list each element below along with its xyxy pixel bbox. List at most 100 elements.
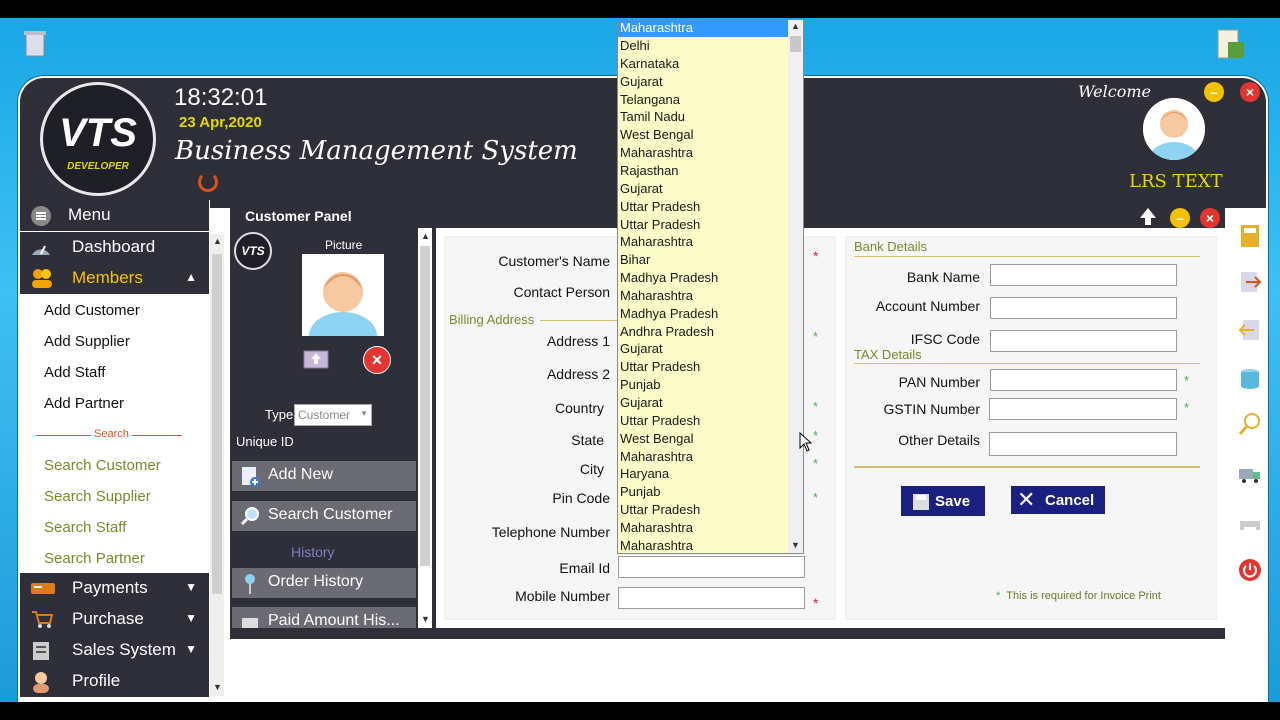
search-divider: Search	[36, 428, 182, 442]
calculator-icon[interactable]	[1238, 224, 1262, 248]
state-option[interactable]: Uttar Pradesh	[620, 217, 700, 232]
scroll-up-icon[interactable]: ▲	[421, 231, 430, 241]
state-option[interactable]: Uttar Pradesh	[620, 359, 700, 374]
sidebar-item-add-customer[interactable]: Add Customer	[44, 302, 140, 319]
search-customer-button[interactable]: Search Customer	[232, 501, 416, 531]
pan-field[interactable]	[990, 369, 1177, 391]
sidebar-item-members[interactable]: Members ▲	[20, 263, 209, 294]
scroll-up-icon[interactable]: ▲	[791, 21, 800, 31]
state-dropdown-scrollbar[interactable]: ▲ ▼	[788, 20, 803, 553]
state-option[interactable]: West Bengal	[620, 431, 693, 446]
delivery-truck-icon[interactable]	[1238, 462, 1262, 486]
users-icon	[30, 268, 52, 288]
sidebar-item-sales[interactable]: Sales System ▼	[20, 635, 209, 666]
sidebar-item-search-supplier[interactable]: Search Supplier	[44, 488, 151, 505]
save-button[interactable]: Save	[901, 486, 985, 516]
state-option[interactable]: Madhya Pradesh	[620, 270, 718, 285]
state-option[interactable]: Madhya Pradesh	[620, 306, 718, 321]
recycle-bin-icon[interactable]	[18, 26, 52, 60]
state-option[interactable]: Maharashtra	[620, 234, 693, 249]
account-number-field[interactable]	[990, 297, 1177, 319]
address2-label: Address 2	[546, 366, 610, 382]
mobile-field[interactable]	[618, 587, 805, 609]
remove-picture-button[interactable]: ×	[363, 346, 391, 374]
state-option[interactable]: Telangana	[620, 92, 680, 107]
user-avatar[interactable]	[1143, 98, 1205, 160]
state-option[interactable]: Maharashtra	[620, 538, 693, 553]
sidebar-scrollbar[interactable]: ▲ ▼	[210, 234, 224, 696]
sidebar-item-dashboard[interactable]: Dashboard	[20, 232, 209, 263]
scroll-down-icon[interactable]: ▼	[213, 682, 222, 692]
cancel-button[interactable]: ✕ Cancel	[1011, 486, 1105, 514]
scroll-up-icon[interactable]: ▲	[213, 236, 222, 246]
state-option[interactable]: Maharashtra	[620, 145, 693, 160]
dropdown-scroll-thumb[interactable]	[790, 36, 801, 52]
database-icon[interactable]	[1238, 367, 1262, 391]
state-option[interactable]: Punjab	[620, 377, 660, 392]
app-minimize-button[interactable]: –	[1204, 82, 1224, 102]
upload-picture-icon[interactable]	[303, 347, 329, 369]
state-option[interactable]: Rajasthan	[620, 163, 679, 178]
state-option-selected[interactable]: Maharashtra	[620, 20, 693, 35]
state-option[interactable]: Andhra Pradesh	[620, 324, 714, 339]
back-arrow-icon[interactable]	[1138, 206, 1158, 226]
app-close-button[interactable]: ×	[1240, 82, 1260, 102]
sidebar-item-purchase[interactable]: Purchase ▼	[20, 604, 209, 635]
picture-label: Picture	[325, 238, 363, 252]
state-option[interactable]: Maharashtra	[620, 288, 693, 303]
email-field[interactable]	[618, 556, 805, 578]
state-option[interactable]: Gujarat	[620, 74, 663, 89]
state-option[interactable]: Uttar Pradesh	[620, 413, 700, 428]
scroll-down-icon[interactable]: ▼	[421, 614, 430, 624]
state-option[interactable]: Gujarat	[620, 181, 663, 196]
hamburger-icon	[30, 205, 52, 226]
state-option[interactable]: West Bengal	[620, 127, 693, 142]
welcome-text: Welcome	[1078, 82, 1151, 101]
type-select[interactable]: Customer ▼	[294, 404, 372, 426]
panel-minimize-button[interactable]: –	[1170, 208, 1190, 228]
sidebar-item-search-customer[interactable]: Search Customer	[44, 457, 161, 474]
sidebar-scroll-thumb[interactable]	[212, 254, 222, 594]
required-mark: *	[813, 490, 819, 505]
city-label: City	[579, 461, 604, 477]
sidebar-item-payments[interactable]: Payments ▼	[20, 573, 209, 604]
bank-name-field[interactable]	[990, 264, 1177, 286]
sidebar-item-add-supplier[interactable]: Add Supplier	[44, 333, 130, 350]
search-icon[interactable]	[1238, 412, 1262, 436]
state-option[interactable]: Maharashtra	[620, 449, 693, 464]
file-icon[interactable]	[1214, 28, 1248, 62]
state-option[interactable]: Gujarat	[620, 341, 663, 356]
panel-left-scrollbar[interactable]: ▲ ▼	[418, 228, 432, 628]
panel-close-button[interactable]: ×	[1200, 208, 1220, 228]
import-icon[interactable]	[1238, 318, 1262, 342]
paid-amount-history-button[interactable]: Paid Amount His...	[232, 607, 416, 628]
state-option[interactable]: Maharashtra	[620, 520, 693, 535]
state-option[interactable]: Tamil Nadu	[620, 109, 685, 124]
panel-scroll-thumb[interactable]	[420, 246, 430, 566]
sidebar-item-profile[interactable]: Profile	[20, 666, 209, 697]
export-icon[interactable]	[1238, 270, 1262, 294]
required-mark: *	[813, 595, 819, 611]
scroll-down-icon[interactable]: ▼	[791, 540, 800, 550]
order-history-button[interactable]: Order History	[232, 568, 416, 598]
other-details-field[interactable]	[989, 432, 1177, 456]
state-option[interactable]: Uttar Pradesh	[620, 199, 700, 214]
sidebar-item-search-partner[interactable]: Search Partner	[44, 550, 145, 567]
sidebar-item-search-staff[interactable]: Search Staff	[44, 519, 126, 536]
state-option[interactable]: Karnataka	[620, 56, 679, 71]
state-option[interactable]: Punjab	[620, 484, 660, 499]
ifsc-field[interactable]	[990, 330, 1177, 352]
state-option[interactable]: Gujarat	[620, 395, 663, 410]
sidebar-menu-toggle[interactable]: Menu	[20, 200, 209, 231]
printer-icon[interactable]	[1238, 512, 1262, 536]
power-icon[interactable]	[1238, 558, 1262, 582]
state-option[interactable]: Haryana	[620, 466, 669, 481]
sidebar-item-add-partner[interactable]: Add Partner	[44, 395, 124, 412]
state-option[interactable]: Delhi	[620, 38, 650, 53]
customer-picture[interactable]	[302, 254, 384, 360]
add-new-button[interactable]: Add New	[232, 461, 416, 491]
state-option[interactable]: Uttar Pradesh	[620, 502, 700, 517]
sidebar-item-add-staff[interactable]: Add Staff	[44, 364, 105, 381]
state-option[interactable]: Bihar	[620, 252, 650, 267]
gstin-field[interactable]	[989, 398, 1177, 420]
